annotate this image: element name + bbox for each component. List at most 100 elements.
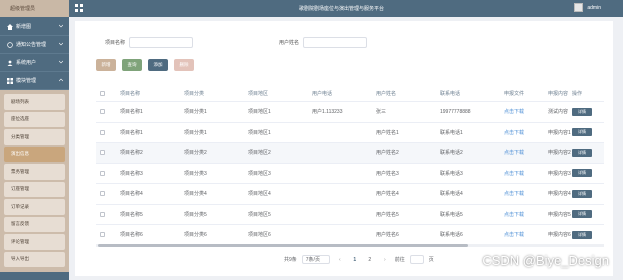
header-checkbox-cell <box>96 91 120 96</box>
sidebar-subitem[interactable]: 导入导出 <box>4 251 65 267</box>
table-cell: 项目名称5 <box>120 211 143 218</box>
search-button[interactable]: 查询 <box>122 59 142 71</box>
sidebar-item-notice[interactable]: 通知公告管理 <box>0 36 69 54</box>
table-cell: 详情 <box>572 189 598 198</box>
detail-button[interactable]: 详情 <box>572 210 592 219</box>
sidebar-subitem[interactable]: 订单记录 <box>4 199 65 215</box>
table-row[interactable]: 项目名称3 项目分类3 项目地区3 用户姓名3 联系电话3 点击下载 申报内容3 详情 <box>96 164 604 184</box>
table-row[interactable]: 项目名称6 项目分类6 项目地区6 用户姓名6 联系电话6 点击下载 申报内容6 详情 <box>96 225 604 246</box>
column-header: 项目名称 <box>120 91 141 97</box>
row-checkbox[interactable] <box>100 109 105 115</box>
content-card: 项目名称 用户姓名 新增 查询 添加 删除 项目名称 项目分类 项目地区 用户电话 用户… <box>75 21 613 276</box>
sidebar-subitem[interactable]: 订座管理 <box>4 181 65 197</box>
column-header: 操作 <box>572 91 583 97</box>
table-cell: 详情 <box>572 169 598 178</box>
table-cell: 联系电话6 <box>440 232 463 239</box>
sidebar-subitem[interactable]: 分类管理 <box>4 129 65 145</box>
create-button[interactable]: 添加 <box>148 59 168 71</box>
row-checkbox[interactable] <box>100 191 105 197</box>
table-cell: 项目分类1 <box>184 129 207 136</box>
column-header: 申报文件 <box>504 91 525 97</box>
goto-page-input[interactable] <box>409 255 424 264</box>
table-row[interactable]: 项目名称1 项目分类1 项目地区1 用户姓名1 联系电话1 点击下载 申报内容1 详情 <box>96 123 604 143</box>
table-cell: 点击下载 <box>504 170 548 177</box>
sidebar-subitem[interactable]: 留言反馈 <box>4 216 65 232</box>
sidebar-subitem[interactable]: 剧场列表 <box>4 94 65 110</box>
next-page-button[interactable]: › <box>380 255 390 264</box>
table-cell: 项目名称3 <box>120 170 143 177</box>
download-link[interactable]: 点击下载 <box>504 232 524 238</box>
table-cell: 联系电话4 <box>440 191 463 198</box>
column-header: 项目分类 <box>184 91 205 97</box>
table-header: 项目名称 项目分类 项目地区 用户电话 用户姓名 联系电话 申报文件 申报内容 操作 <box>96 86 604 102</box>
table-row[interactable]: 项目名称1 项目分类1 项目地区1 用户1.113233 张三 19977778888 点击… <box>96 102 604 123</box>
table-cell: 项目名称1 <box>120 109 143 116</box>
table-cell: 项目名称2 <box>120 150 143 157</box>
detail-button[interactable]: 详情 <box>572 107 592 116</box>
table-cell: 用户姓名3 <box>376 170 399 177</box>
scrollbar-thumb[interactable] <box>98 244 468 247</box>
table-cell: 申报内容3 <box>548 170 571 177</box>
table-cell: 项目分类6 <box>184 232 207 239</box>
table-cell: 申报内容1 <box>548 129 571 136</box>
table-row[interactable]: 项目名称2 项目分类2 项目地区2 用户姓名2 联系电话2 点击下载 申报内容2 详情 <box>96 143 604 164</box>
download-link[interactable]: 点击下载 <box>504 191 524 197</box>
row-checkbox-cell <box>96 191 120 197</box>
user-name-input[interactable] <box>303 37 367 48</box>
chevron-down-icon <box>59 60 63 64</box>
table-cell: 项目地区6 <box>248 232 271 239</box>
row-checkbox[interactable] <box>100 170 105 176</box>
download-link[interactable]: 点击下载 <box>504 150 524 156</box>
row-checkbox[interactable] <box>100 129 105 135</box>
row-checkbox-cell <box>96 109 120 115</box>
column-header: 用户姓名 <box>376 91 397 97</box>
table-cell: 点击下载 <box>504 211 548 218</box>
table-cell: 项目名称1 <box>120 129 143 136</box>
table-row[interactable]: 项目名称4 项目分类4 项目地区4 用户姓名4 联系电话4 点击下载 申报内容4 详情 <box>96 184 604 205</box>
sidebar-item-users[interactable]: 系统用户 <box>0 54 69 72</box>
add-button[interactable]: 新增 <box>96 59 116 71</box>
sidebar-item-home[interactable]: 新增图 <box>0 18 69 36</box>
sidebar-subitem-active[interactable]: 演出信息 <box>4 146 65 162</box>
table-cell: 项目名称4 <box>120 191 143 198</box>
user-menu[interactable]: admin <box>574 3 601 12</box>
sidebar-item-label: 系统用户 <box>16 60 37 66</box>
detail-button[interactable]: 详情 <box>572 189 592 198</box>
row-checkbox[interactable] <box>100 150 105 156</box>
chevron-down-icon <box>59 24 63 28</box>
table-cell: 详情 <box>572 107 598 116</box>
table-cell: 申报内容6 <box>548 232 571 239</box>
download-link[interactable]: 点击下载 <box>504 130 524 136</box>
horizontal-scrollbar[interactable] <box>96 244 604 247</box>
detail-button[interactable]: 详情 <box>572 169 592 178</box>
sidebar-item-label: 新增图 <box>16 24 32 30</box>
table-cell: 点击下载 <box>504 149 548 156</box>
table-cell: 申报内容2 <box>548 150 571 157</box>
delete-button[interactable]: 删除 <box>174 59 194 71</box>
sidebar-subitem[interactable]: 座位选座 <box>4 111 65 127</box>
prev-page-button[interactable]: ‹ <box>335 255 345 264</box>
page-title: 歌剧院剧场座位与演出管理与服务平台 <box>298 6 384 12</box>
row-checkbox[interactable] <box>100 232 105 238</box>
download-link[interactable]: 点击下载 <box>504 171 524 177</box>
sidebar-item-modules[interactable]: 模块管理 <box>0 72 69 90</box>
project-name-input[interactable] <box>129 37 193 48</box>
detail-button[interactable]: 详情 <box>572 230 592 239</box>
detail-button[interactable]: 详情 <box>572 148 592 157</box>
sidebar-subitem[interactable]: 票务管理 <box>4 164 65 180</box>
sidebar-item-label: 模块管理 <box>16 78 37 84</box>
watermark: CSDN @Biye_Design <box>482 253 609 268</box>
table-row[interactable]: 项目名称5 项目分类5 项目地区5 用户姓名5 联系电话5 点击下载 申报内容5 详情 <box>96 205 604 225</box>
sidebar-subitem[interactable]: 评论管理 <box>4 234 65 250</box>
total-count: 共9条 <box>284 257 297 263</box>
select-all-checkbox[interactable] <box>100 91 105 96</box>
row-checkbox[interactable] <box>100 211 105 217</box>
download-link[interactable]: 点击下载 <box>504 212 524 218</box>
download-link[interactable]: 点击下载 <box>504 109 524 115</box>
table-cell: 点击下载 <box>504 108 548 115</box>
page-number[interactable]: 1 <box>350 255 360 264</box>
page-number[interactable]: 2 <box>365 255 375 264</box>
detail-button[interactable]: 详情 <box>572 128 592 137</box>
page-size-select[interactable]: 7条/页 <box>301 255 330 264</box>
column-header: 联系电话 <box>440 91 461 97</box>
